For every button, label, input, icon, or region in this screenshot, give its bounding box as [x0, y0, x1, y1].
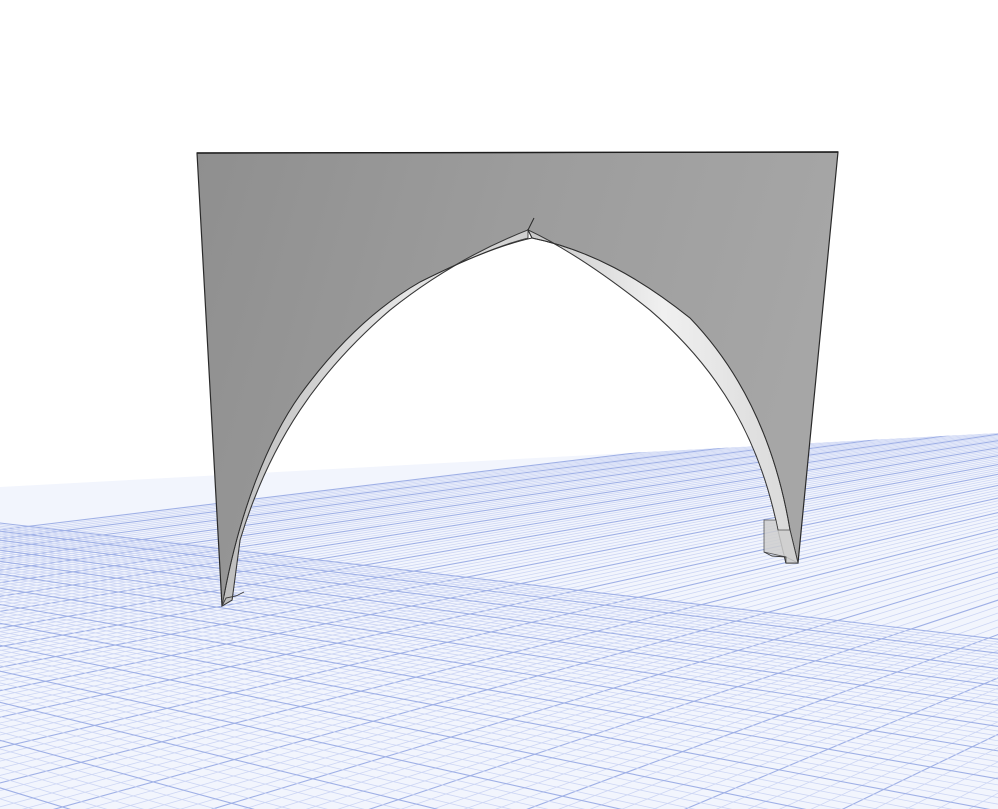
- 3d-viewport[interactable]: [0, 0, 998, 809]
